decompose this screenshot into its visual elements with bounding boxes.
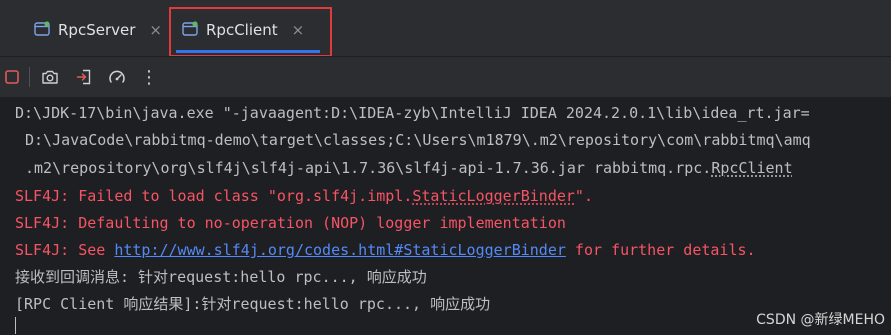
main-class-name: RpcClient (711, 159, 793, 177)
slf4j-help-link[interactable]: http://www.slf4j.org/codes.html#StaticLo… (114, 241, 566, 259)
close-icon[interactable]: × (149, 21, 162, 39)
console-line: 接收到回调消息: 针对request:hello rpc..., 响应成功 (15, 268, 427, 286)
console-line: .m2\repository\org\slf4j\slf4j-api\1.7.3… (25, 155, 793, 181)
tab-rpcclient[interactable]: RpcClient × (172, 8, 328, 52)
exit-icon (76, 69, 91, 85)
run-config-icon (34, 21, 50, 36)
stop-icon (5, 70, 19, 84)
tab-bar: RpcServer × RpcClient × (0, 0, 891, 57)
run-config-icon (182, 21, 198, 36)
active-tab-indicator (176, 50, 320, 53)
tab-rpcserver[interactable]: RpcServer × (24, 8, 166, 52)
console-error-line: SLF4J: Failed to load class "org.slf4j.i… (15, 183, 593, 209)
console-line: D:\JavaCode\rabbitmq-demo\target\classes… (25, 131, 811, 149)
stop-button[interactable] (0, 65, 24, 89)
close-icon[interactable]: × (292, 21, 305, 39)
screenshot-button[interactable] (38, 65, 62, 89)
console-toolbar: ⋮ (0, 57, 891, 97)
console-text: ". (574, 187, 593, 205)
console-error-line: SLF4J: Defaulting to no-operation (NOP) … (15, 214, 566, 232)
console-text: SLF4J: Failed to load class "org.slf4j.i… (15, 187, 413, 205)
class-reference: StaticLoggerBinder (412, 187, 575, 205)
gauge-icon (109, 70, 125, 83)
console-output[interactable]: D:\JDK-17\bin\java.exe "-javaagent:D:\ID… (0, 98, 891, 335)
exit-button[interactable] (72, 65, 96, 89)
watermark: CSDN @新绿MEHO (756, 312, 885, 328)
console-text: .m2\repository\org\slf4j\slf4j-api\1.7.3… (25, 159, 712, 177)
divider (29, 67, 30, 87)
tab-label: RpcServer (58, 21, 136, 39)
console-text: for further details. (565, 241, 756, 259)
console-line: D:\JDK-17\bin\java.exe "-javaagent:D:\ID… (15, 104, 810, 122)
text-cursor (15, 317, 16, 334)
more-icon: ⋮ (140, 66, 158, 88)
tab-label: RpcClient (206, 21, 278, 39)
more-button[interactable]: ⋮ (137, 65, 161, 89)
profiler-button[interactable] (105, 65, 129, 89)
console-error-line: SLF4J: See http://www.slf4j.org/codes.ht… (15, 237, 756, 263)
console-text: SLF4J: See (15, 241, 115, 259)
console-line: [RPC Client 响应结果]:针对request:hello rpc...… (15, 295, 491, 313)
camera-icon (42, 70, 58, 84)
